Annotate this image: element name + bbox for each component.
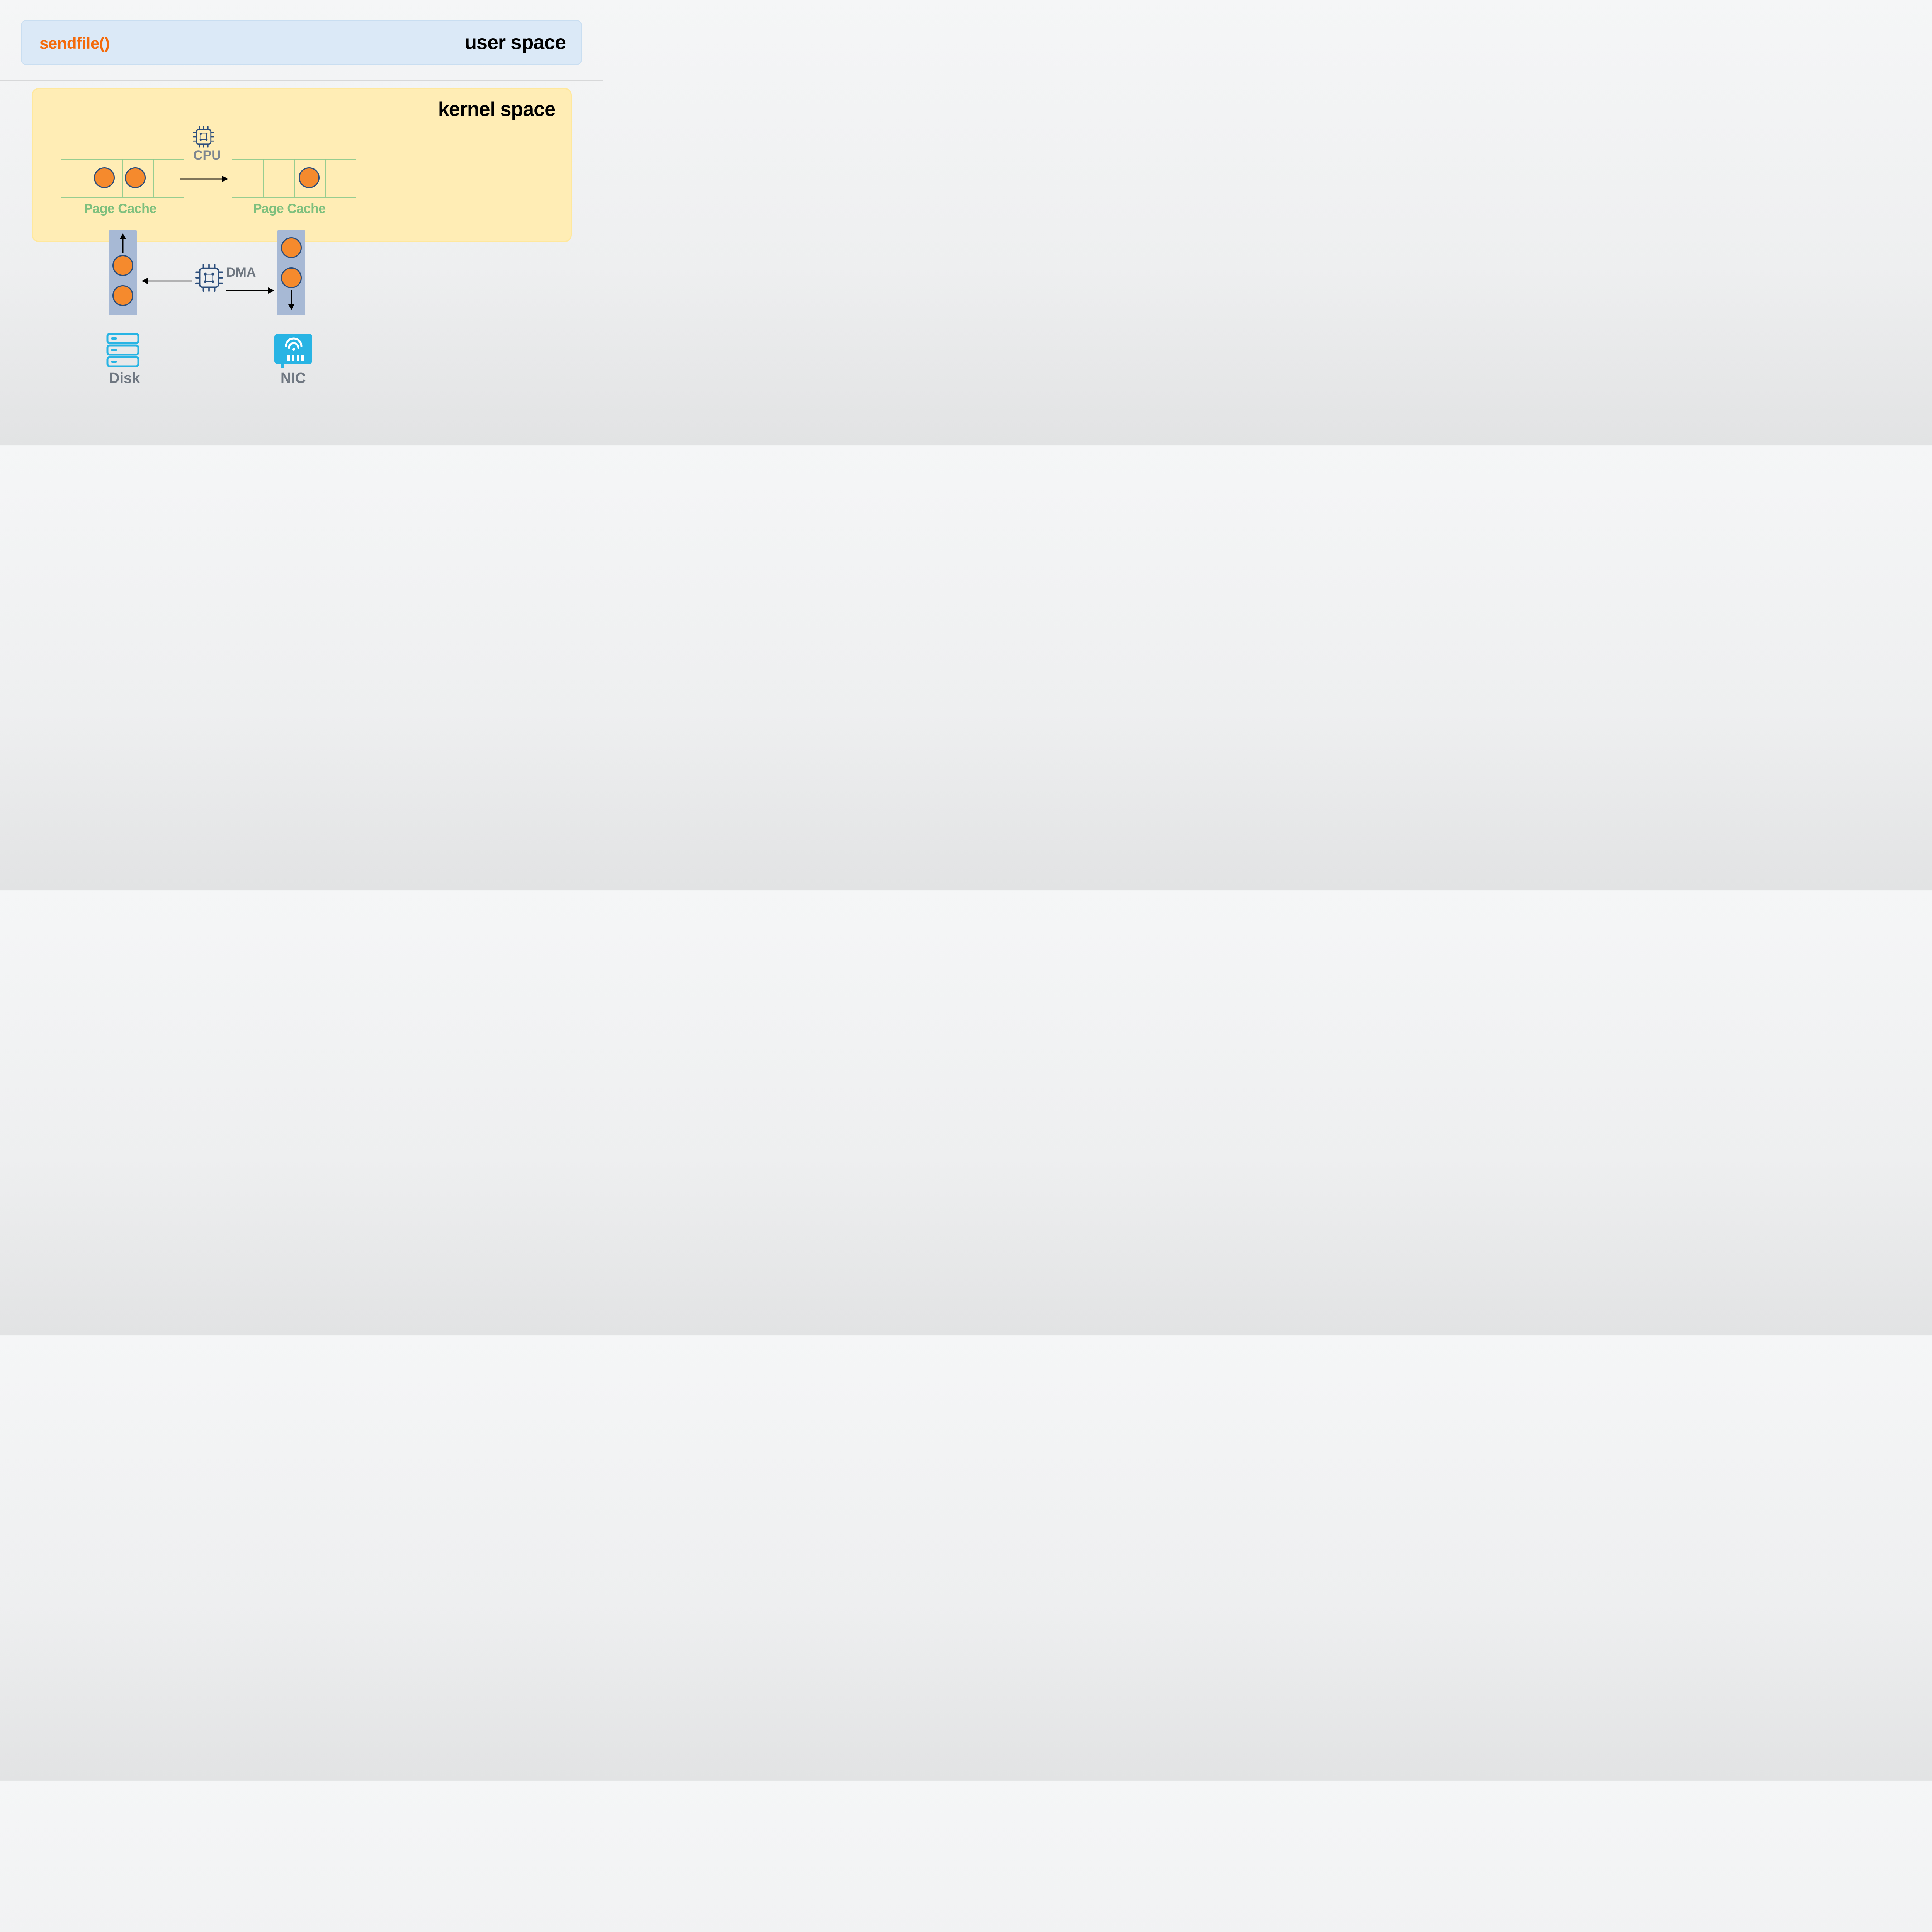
nic-label: NIC bbox=[281, 370, 306, 387]
cpu-chip-icon bbox=[192, 125, 215, 150]
kernel-space-title: kernel space bbox=[438, 98, 555, 121]
sendfile-call-label: sendfile() bbox=[39, 34, 110, 53]
data-dot bbox=[112, 255, 133, 276]
data-dot bbox=[125, 167, 146, 188]
cpu-copy-arrow bbox=[179, 173, 229, 187]
dma-right-arrow bbox=[226, 286, 276, 297]
data-dot bbox=[112, 285, 133, 306]
data-dot bbox=[299, 167, 320, 188]
server-stack-icon bbox=[104, 331, 142, 371]
nic-down-arrow bbox=[287, 289, 296, 313]
left-page-cache bbox=[61, 159, 184, 197]
data-dot bbox=[281, 237, 302, 258]
network-card-icon bbox=[272, 331, 314, 371]
disk-label: Disk bbox=[109, 370, 140, 387]
disk-up-arrow bbox=[118, 233, 128, 256]
data-dot bbox=[94, 167, 115, 188]
right-page-cache bbox=[232, 159, 356, 197]
user-space-box: sendfile() user space bbox=[21, 20, 582, 65]
dma-chip-icon bbox=[194, 263, 224, 295]
data-dot bbox=[281, 267, 302, 288]
right-cache-label: Page Cache bbox=[253, 201, 326, 216]
dma-label: DMA bbox=[226, 265, 256, 280]
cpu-label: CPU bbox=[193, 148, 221, 163]
kernel-space-box: kernel space Page Cache Page Cache bbox=[32, 88, 572, 242]
space-divider bbox=[0, 80, 603, 81]
user-space-title: user space bbox=[464, 31, 566, 54]
left-cache-label: Page Cache bbox=[84, 201, 156, 216]
dma-left-arrow bbox=[139, 276, 193, 287]
